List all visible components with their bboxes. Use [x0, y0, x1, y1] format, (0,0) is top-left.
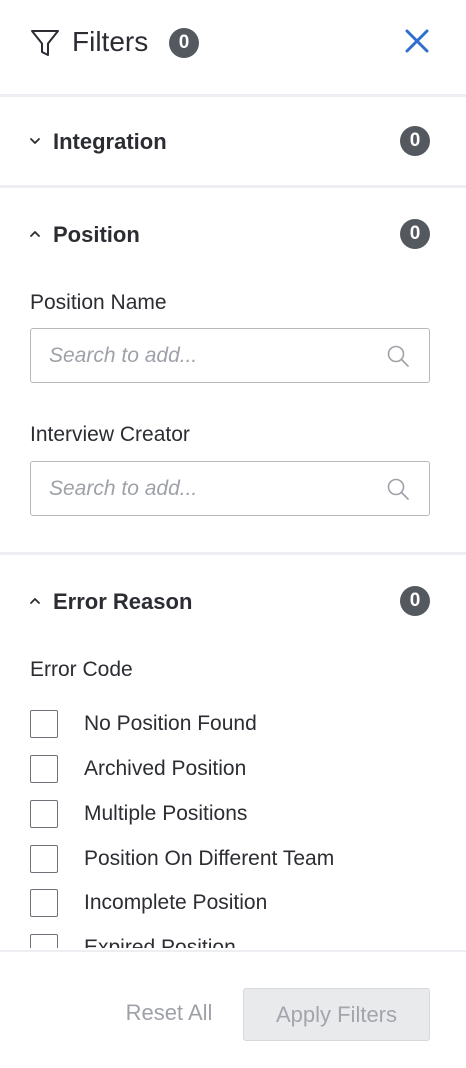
error-code-option[interactable]: Multiple Positions [30, 798, 450, 832]
chevron-up-icon [30, 231, 40, 237]
checkbox[interactable] [30, 755, 58, 783]
section-integration-label: Integration [53, 129, 167, 154]
search-icon [387, 345, 409, 367]
section-position-toggle[interactable]: Position 0 [0, 214, 466, 254]
close-icon[interactable] [402, 26, 432, 56]
option-label: Incomplete Position [84, 891, 268, 914]
section-integration-count: 0 [400, 126, 430, 156]
section-error-reason-count: 0 [400, 586, 430, 616]
checkbox[interactable] [30, 889, 58, 917]
checkbox[interactable] [30, 710, 58, 738]
section-error-reason-toggle[interactable]: Error Reason 0 [0, 581, 466, 621]
divider [0, 94, 466, 97]
panel-title: Filters [72, 26, 149, 57]
checkbox[interactable] [30, 800, 58, 828]
chevron-up-icon [30, 598, 40, 604]
filters-footer: Reset All Apply Filters [0, 950, 466, 1068]
error-code-option[interactable]: Archived Position [30, 753, 450, 787]
reset-all-button[interactable]: Reset All [108, 992, 230, 1034]
divider [0, 552, 466, 555]
interview-creator-search-field[interactable] [30, 461, 430, 516]
interview-creator-search-input[interactable] [49, 462, 379, 515]
option-label: Position On Different Team [84, 847, 335, 870]
checkbox[interactable] [30, 845, 58, 873]
divider [0, 185, 466, 188]
error-code-option[interactable]: No Position Found [30, 708, 450, 742]
position-name-label: Position Name [30, 291, 167, 314]
filters-header: Filters 0 [0, 0, 466, 94]
apply-filters-button[interactable]: Apply Filters [243, 988, 430, 1041]
position-name-search-input[interactable] [49, 329, 379, 382]
error-code-options: No Position Found Archived Position Mult… [30, 708, 450, 948]
option-label: Multiple Positions [84, 802, 248, 825]
funnel-icon [31, 30, 59, 56]
search-icon [387, 478, 409, 500]
error-code-label: Error Code [30, 658, 133, 681]
error-code-option[interactable]: Expired Position [30, 932, 450, 948]
error-code-option[interactable]: Incomplete Position [30, 887, 450, 921]
checkbox[interactable] [30, 934, 58, 948]
filters-count-badge: 0 [169, 28, 199, 58]
position-name-search-field[interactable] [30, 328, 430, 383]
error-code-option[interactable]: Position On Different Team [30, 843, 450, 877]
option-label: Expired Position [84, 936, 236, 948]
section-integration-toggle[interactable]: Integration 0 [0, 121, 466, 161]
interview-creator-label: Interview Creator [30, 423, 190, 446]
option-label: Archived Position [84, 757, 247, 780]
section-position-label: Position [53, 222, 140, 247]
section-position-count: 0 [400, 219, 430, 249]
filters-panel: Filters 0 Integration 0 Position 0 Posit… [0, 0, 466, 1068]
chevron-down-icon [30, 138, 40, 144]
option-label: No Position Found [84, 712, 257, 735]
section-error-reason-label: Error Reason [53, 589, 193, 614]
